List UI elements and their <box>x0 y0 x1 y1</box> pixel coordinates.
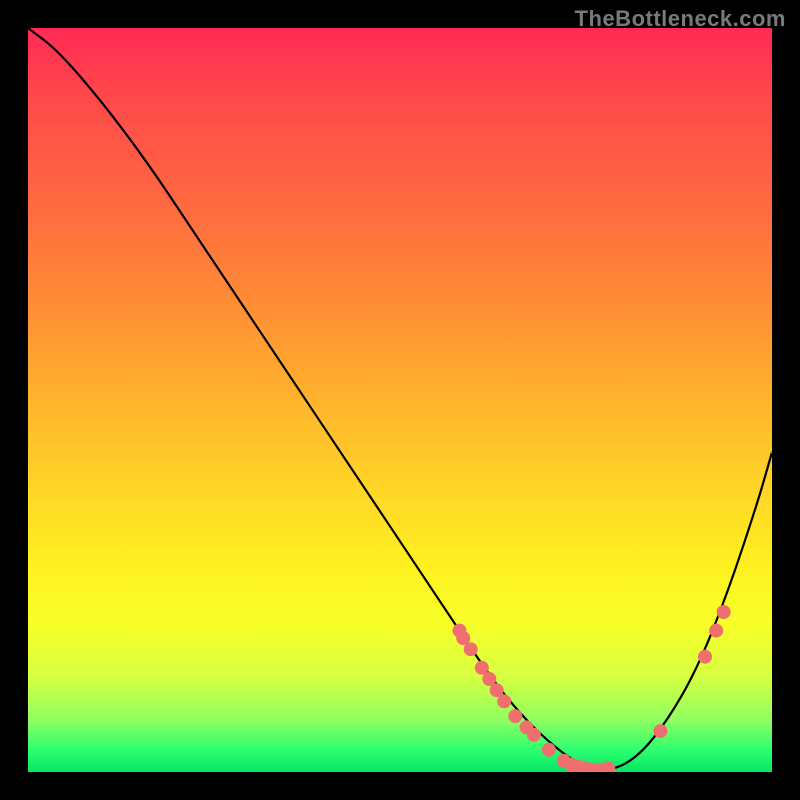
scatter-point <box>464 642 478 656</box>
scatter-point <box>497 694 511 708</box>
bottleneck-curve <box>28 28 772 770</box>
scatter-point <box>717 605 731 619</box>
scatter-point <box>698 650 712 664</box>
scatter-point <box>653 724 667 738</box>
scatter-point <box>542 743 556 757</box>
scatter-point <box>709 624 723 638</box>
chart-frame: TheBottleneck.com <box>0 0 800 800</box>
scatter-points-group <box>453 605 731 772</box>
scatter-point <box>508 709 522 723</box>
attribution-text: TheBottleneck.com <box>575 6 786 32</box>
chart-svg <box>28 28 772 772</box>
scatter-point <box>527 728 541 742</box>
scatter-point <box>601 761 615 772</box>
plot-area <box>28 28 772 772</box>
